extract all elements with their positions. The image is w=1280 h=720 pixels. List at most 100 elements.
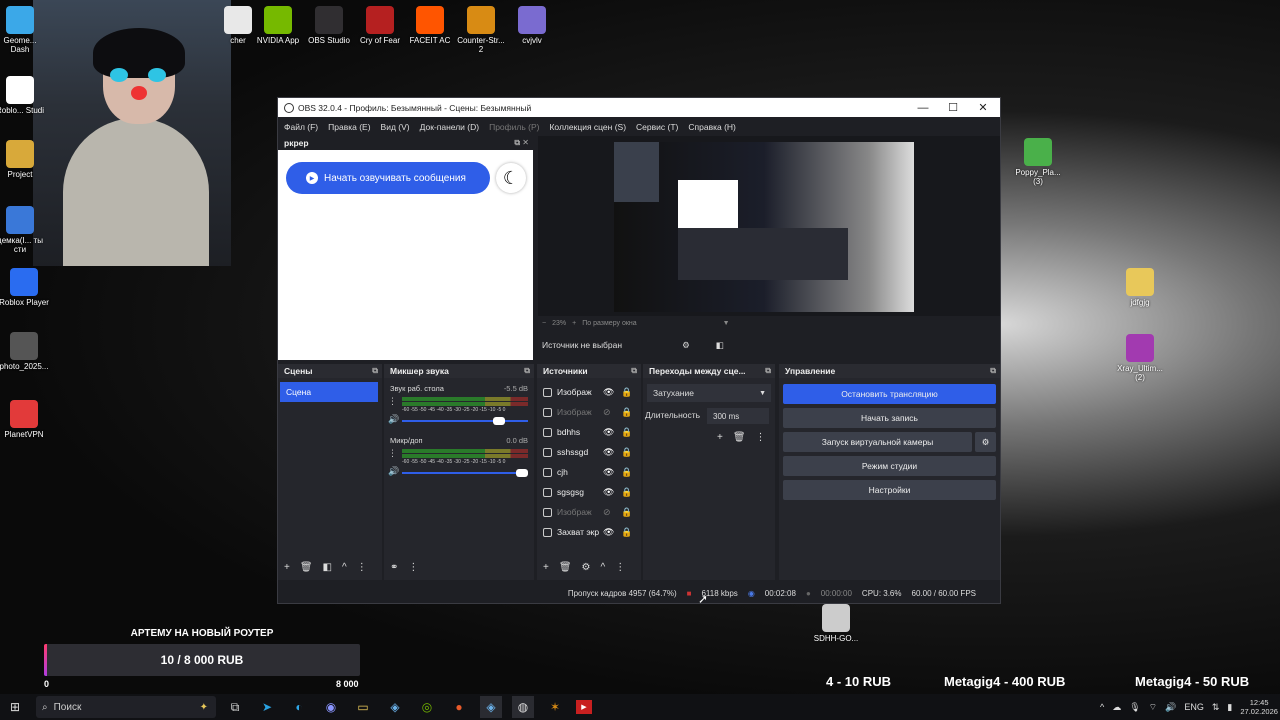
- speaker-icon[interactable]: 🔊: [388, 466, 399, 477]
- virtual-cam-button[interactable]: Запуск виртуальной камеры: [783, 432, 972, 452]
- desktop-icon[interactable]: cvjvlv: [506, 6, 558, 46]
- visibility-eye-icon[interactable]: 👁: [603, 427, 614, 438]
- visibility-eye-icon[interactable]: 👁: [603, 447, 614, 458]
- maximize-button[interactable]: ☐: [938, 98, 968, 117]
- volume-slider[interactable]: [402, 417, 528, 425]
- taskbar-search[interactable]: ⌕ Поиск ✦: [36, 696, 216, 718]
- desktop-icon[interactable]: Project: [0, 140, 46, 180]
- edge-icon[interactable]: ◐: [288, 696, 310, 718]
- zoom-out-icon[interactable]: −: [542, 320, 546, 327]
- filters-icon[interactable]: ◧: [716, 340, 724, 351]
- battery-icon[interactable]: ▮: [1227, 702, 1232, 713]
- stop-stream-button[interactable]: Остановить трансляцию: [783, 384, 996, 404]
- visibility-eye-icon[interactable]: 👁: [603, 387, 614, 398]
- windows-start-icon[interactable]: ⊞: [4, 696, 26, 718]
- menu-tools[interactable]: Сервис (T): [636, 122, 678, 132]
- lock-icon[interactable]: 🔒: [621, 427, 632, 438]
- desktop-icon[interactable]: Roblox Player: [0, 268, 50, 308]
- settings-button[interactable]: Настройки: [783, 480, 996, 500]
- zoom-in-icon[interactable]: +: [572, 320, 576, 327]
- close-button[interactable]: ✕: [968, 98, 998, 117]
- more-icon[interactable]: ⋮: [388, 396, 397, 407]
- desktop-icon[interactable]: Poppy_Pla... (3): [1012, 138, 1064, 187]
- file-explorer-icon[interactable]: ▭: [352, 696, 374, 718]
- steam-icon[interactable]: ◈: [384, 696, 406, 718]
- more-icon[interactable]: ⋮: [756, 432, 766, 443]
- telegram-icon[interactable]: ➤: [256, 696, 278, 718]
- visibility-eye-icon[interactable]: ⊘: [603, 407, 611, 418]
- visibility-eye-icon[interactable]: 👁: [603, 527, 614, 538]
- lock-icon[interactable]: 🔒: [621, 467, 632, 478]
- menu-edit[interactable]: Правка (E): [328, 122, 370, 132]
- lock-icon[interactable]: 🔒: [621, 447, 632, 458]
- lock-icon[interactable]: 🔒: [621, 527, 632, 538]
- lock-icon[interactable]: 🔒: [621, 487, 632, 498]
- speaker-icon[interactable]: 🔊: [388, 414, 399, 425]
- dock-float-icon[interactable]: ⧉: [990, 366, 996, 376]
- source-item[interactable]: sgsgsg 👁 🔒: [537, 482, 641, 502]
- source-item[interactable]: bdhhs 👁 🔒: [537, 422, 641, 442]
- menu-profile[interactable]: Профиль (P): [489, 122, 539, 132]
- gear-icon[interactable]: ⚙: [975, 432, 996, 452]
- desktop-icon[interactable]: Xray_Ultim... (2): [1114, 334, 1166, 383]
- wifi-icon[interactable]: ⌔: [1149, 702, 1157, 713]
- source-item[interactable]: Изображ ⊘ 🔒: [537, 402, 641, 422]
- volume-slider-handle[interactable]: [493, 417, 505, 425]
- filters-icon[interactable]: ◧: [323, 562, 332, 573]
- zoom-fit[interactable]: По размеру окна: [582, 320, 636, 327]
- preview-area[interactable]: [538, 136, 1000, 316]
- menu-scene-collection[interactable]: Коллекция сцен (S): [549, 122, 626, 132]
- trash-icon[interactable]: 🗑: [559, 562, 572, 573]
- desktop-icon[interactable]: SDHH-GO...: [810, 604, 862, 644]
- desktop-icon[interactable]: jdfgjg: [1114, 268, 1166, 308]
- start-speak-button[interactable]: ▶ Начать озвучивать сообщения: [286, 162, 490, 194]
- transition-select[interactable]: Затухание ▼: [647, 384, 771, 402]
- chevron-up-icon[interactable]: ^: [342, 562, 347, 573]
- desktop-icon[interactable]: Geome... Dash: [0, 6, 46, 55]
- task-view-icon[interactable]: ⧉: [224, 696, 246, 718]
- counter-strike-icon[interactable]: ✶: [544, 696, 566, 718]
- clock[interactable]: 12:45 27.02.2026: [1240, 698, 1278, 716]
- network-icon[interactable]: ⇅: [1212, 702, 1220, 713]
- menu-view[interactable]: Вид (V): [381, 122, 410, 132]
- desktop-icon[interactable]: OBS Studio: [303, 6, 355, 46]
- trash-icon[interactable]: 🗑: [733, 432, 746, 443]
- cloud-icon[interactable]: ☁: [1112, 702, 1121, 713]
- language-indicator[interactable]: ENG: [1184, 702, 1204, 712]
- chevron-down-icon[interactable]: ▼: [723, 320, 730, 327]
- desktop-icon[interactable]: Cry of Fear: [354, 6, 406, 46]
- obs-taskbar-icon[interactable]: ◍: [512, 696, 534, 718]
- desktop-icon[interactable]: NVIDIA App: [252, 6, 304, 46]
- source-item[interactable]: sshssgd 👁 🔒: [537, 442, 641, 462]
- dock-float-icon[interactable]: ⧉: [372, 366, 378, 376]
- desktop-icon[interactable]: Roblo... Studi: [0, 76, 46, 116]
- volume-slider-handle[interactable]: [516, 469, 528, 477]
- link-icon[interactable]: ⚭: [390, 562, 398, 573]
- dock-float-icon[interactable]: ⧉: [524, 366, 530, 376]
- more-icon[interactable]: ⋮: [357, 562, 367, 573]
- chevron-up-icon[interactable]: ^: [601, 562, 606, 573]
- visibility-eye-icon[interactable]: ⊘: [603, 507, 611, 518]
- volume-slider[interactable]: [402, 469, 528, 477]
- desktop-icon[interactable]: PlanetVPN: [0, 400, 50, 440]
- studio-mode-button[interactable]: Режим студии: [783, 456, 996, 476]
- add-icon[interactable]: +: [543, 562, 549, 573]
- lock-icon[interactable]: 🔒: [621, 407, 632, 418]
- minimize-button[interactable]: —: [908, 98, 938, 117]
- menu-help[interactable]: Справка (H): [688, 122, 736, 132]
- gear-icon[interactable]: ⚙: [582, 562, 591, 573]
- dock-float-icon[interactable]: ⧉: [631, 366, 637, 376]
- source-item[interactable]: Изображ ⊘ 🔒: [537, 502, 641, 522]
- moon-icon[interactable]: ☾: [496, 163, 526, 193]
- more-icon[interactable]: ⋮: [388, 448, 397, 459]
- trash-icon[interactable]: 🗑: [300, 562, 313, 573]
- faceit-icon[interactable]: ▶: [576, 700, 592, 714]
- desktop-icon[interactable]: FACEIT AC: [404, 6, 456, 46]
- desktop-icon[interactable]: photo_2025...: [0, 332, 50, 372]
- visibility-eye-icon[interactable]: 👁: [603, 467, 614, 478]
- obs-titlebar[interactable]: OBS 32.0.4 - Профиль: Безымянный - Сцены…: [278, 98, 1000, 117]
- steam-running-icon[interactable]: ◈: [480, 696, 502, 718]
- add-icon[interactable]: +: [284, 562, 290, 573]
- chevron-up-icon[interactable]: ^: [1100, 702, 1104, 712]
- menu-file[interactable]: Файл (F): [284, 122, 318, 132]
